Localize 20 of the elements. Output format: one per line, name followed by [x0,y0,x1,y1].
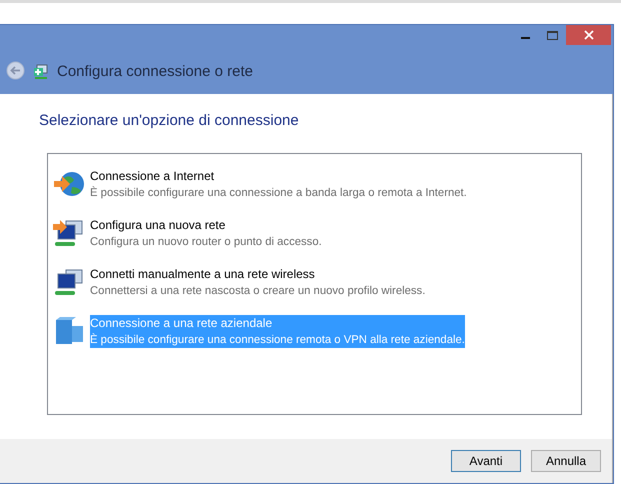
network-icon [33,64,49,80]
connection-option[interactable]: Configura una nuova rete Configura un nuovo router o punto di accesso. [90,217,322,250]
window-title: Configura connessione o rete [57,63,253,80]
close-button[interactable] [566,25,611,45]
option-title: Configura una nuova rete [90,217,226,234]
connection-option[interactable]: Connessione a Internet È possibile configurare una connessione a banda larga o remota a Internet. [90,168,467,201]
next-button[interactable]: Avanti [451,450,521,472]
minimize-icon [521,37,530,39]
option-title: Connessione a una rete aziendale [90,315,274,332]
option-description: È possibile configurare una connessione a banda larga o remota a Internet. [90,185,467,201]
connection-option[interactable]: Connetti manualmente a una rete wireless Connettersi a una rete nascosta o creare un nuovo profilo wireless. [90,266,426,299]
cancel-button[interactable]: Annulla [531,450,601,472]
maximize-icon [547,30,558,40]
option-title: Connetti manualmente a una rete wireless [90,266,316,283]
option-title: Connessione a Internet [90,168,216,185]
option-description: Configura un nuovo router o punto di accesso. [90,235,322,250]
page-heading: Selezionare un'opzione di connessione [39,112,300,129]
option-description: È possibile configurare una connessione remota o VPN alla rete aziendale. [90,332,465,348]
option-description: Connettersi a una rete nascosta o creare un nuovo profilo wireless. [90,284,426,299]
close-icon [584,30,594,40]
